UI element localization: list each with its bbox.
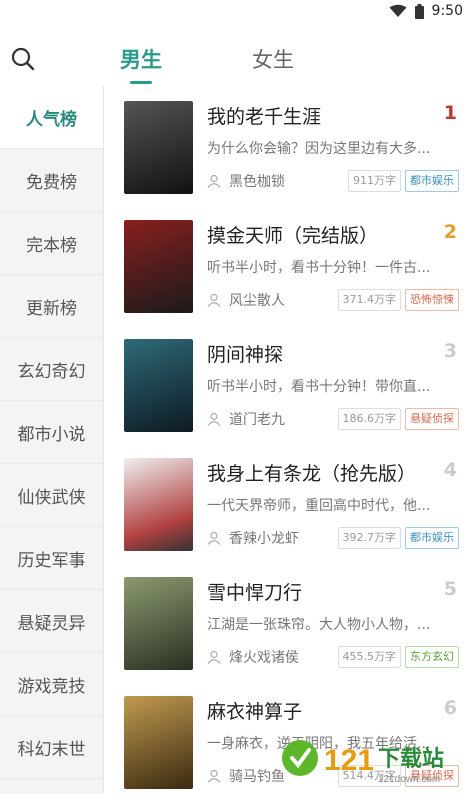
svg-text:121down.com: 121down.com: [378, 774, 440, 785]
book-item[interactable]: 阴间神探 3 听书半小时，看书十分钟！带你直... 道门老九 186.6万字 悬…: [104, 324, 473, 443]
category-sidebar: 人气榜 免费榜 完本榜 更新榜 玄幻奇幻 都市小说 仙侠武侠 历史军事 悬疑灵异…: [0, 86, 104, 794]
book-cover: [124, 339, 193, 432]
book-author: 香辣小龙虾: [229, 528, 334, 548]
tab-female[interactable]: 女生: [252, 44, 294, 84]
book-title: 阴间神探: [207, 340, 283, 367]
book-title: 雪中悍刀行: [207, 578, 302, 605]
tab-male[interactable]: 男生: [120, 44, 162, 84]
book-description: 听书半小时，看书十分钟！带你直...: [207, 376, 457, 396]
book-meta: 烽火戏诸侯 455.5万字 东方玄幻: [207, 646, 459, 668]
word-count-badge: 371.4万字: [338, 289, 402, 311]
category-badge: 悬疑侦探: [405, 408, 459, 430]
book-item[interactable]: 我身上有条龙（抢先版） 4 一代天界帝师，重回高中时代，他... 香辣小龙虾 3…: [104, 443, 473, 562]
category-badge: 都市娱乐: [405, 527, 459, 549]
book-title: 摸金天师（完结版）: [207, 221, 378, 248]
top-bar: 男生 女生: [0, 22, 473, 86]
book-author: 道门老九: [229, 409, 334, 429]
word-count-badge: 911万字: [348, 170, 401, 192]
book-meta: 风尘散人 371.4万字 恐怖惊悚: [207, 289, 459, 311]
book-description: 一代天界帝师，重回高中时代，他...: [207, 495, 457, 515]
book-author: 黑色枷锁: [229, 171, 344, 191]
book-author: 烽火戏诸侯: [229, 647, 334, 667]
main-content: 人气榜 免费榜 完本榜 更新榜 玄幻奇幻 都市小说 仙侠武侠 历史军事 悬疑灵异…: [0, 86, 473, 794]
book-cover: [124, 577, 193, 670]
book-rank: 3: [444, 340, 457, 362]
book-list: 我的老千生涯 1 为什么你会输？因为这里边有大多... 黑色枷锁 911万字 都…: [104, 86, 473, 794]
svg-text:121: 121: [324, 744, 374, 777]
book-title: 我身上有条龙（抢先版）: [207, 459, 416, 486]
wifi-icon: [389, 4, 407, 18]
book-description: 为什么你会输？因为这里边有大多...: [207, 138, 457, 158]
book-description: 听书半小时，看书十分钟！一件古...: [207, 257, 457, 277]
book-meta: 道门老九 186.6万字 悬疑侦探: [207, 408, 459, 430]
book-item[interactable]: 摸金天师（完结版） 2 听书半小时，看书十分钟！一件古... 风尘散人 371.…: [104, 205, 473, 324]
search-icon[interactable]: [10, 46, 36, 72]
book-rank: 6: [444, 697, 457, 719]
sidebar-item-free[interactable]: 免费榜: [0, 149, 103, 212]
book-cover: [124, 458, 193, 551]
book-cover: [124, 220, 193, 313]
status-time: 9:50: [432, 3, 463, 19]
book-cover: [124, 696, 193, 789]
battery-icon: [415, 4, 424, 19]
category-badge: 恐怖惊悚: [405, 289, 459, 311]
book-title: 麻衣神算子: [207, 697, 302, 724]
book-title: 我的老千生涯: [207, 102, 321, 129]
sidebar-item-mystery[interactable]: 悬疑灵异: [0, 590, 103, 653]
user-icon: [207, 769, 221, 783]
book-author: 风尘散人: [229, 290, 334, 310]
user-icon: [207, 531, 221, 545]
sidebar-item-updated[interactable]: 更新榜: [0, 275, 103, 338]
book-rank: 1: [444, 102, 457, 124]
svg-text:下载站: 下载站: [378, 746, 444, 772]
site-watermark-logo: 121 下载站 121down.com: [278, 732, 458, 788]
book-rank: 4: [444, 459, 457, 481]
word-count-badge: 392.7万字: [338, 527, 402, 549]
sidebar-item-urban[interactable]: 都市小说: [0, 401, 103, 464]
user-icon: [207, 650, 221, 664]
user-icon: [207, 412, 221, 426]
book-item[interactable]: 雪中悍刀行 5 江湖是一张珠帘。大人物小人物，... 烽火戏诸侯 455.5万字…: [104, 562, 473, 681]
book-description: 江湖是一张珠帘。大人物小人物，...: [207, 614, 457, 634]
book-cover: [124, 101, 193, 194]
user-icon: [207, 293, 221, 307]
sidebar-item-popular[interactable]: 人气榜: [0, 86, 103, 149]
book-meta: 黑色枷锁 911万字 都市娱乐: [207, 170, 459, 192]
category-badge: 都市娱乐: [405, 170, 459, 192]
book-meta: 香辣小龙虾 392.7万字 都市娱乐: [207, 527, 459, 549]
status-bar: 9:50: [0, 0, 473, 22]
sidebar-item-gaming[interactable]: 游戏竞技: [0, 653, 103, 716]
book-rank: 2: [444, 221, 457, 243]
sidebar-item-history[interactable]: 历史军事: [0, 527, 103, 590]
word-count-badge: 455.5万字: [338, 646, 402, 668]
sidebar-item-completed[interactable]: 完本榜: [0, 212, 103, 275]
word-count-badge: 186.6万字: [338, 408, 402, 430]
user-icon: [207, 174, 221, 188]
sidebar-item-scifi[interactable]: 科幻末世: [0, 716, 103, 779]
sidebar-item-fantasy[interactable]: 玄幻奇幻: [0, 338, 103, 401]
book-item[interactable]: 我的老千生涯 1 为什么你会输？因为这里边有大多... 黑色枷锁 911万字 都…: [104, 86, 473, 205]
sidebar-item-xianxia[interactable]: 仙侠武侠: [0, 464, 103, 527]
category-badge: 东方玄幻: [405, 646, 459, 668]
book-rank: 5: [444, 578, 457, 600]
gender-tabs: 男生 女生: [120, 44, 294, 84]
